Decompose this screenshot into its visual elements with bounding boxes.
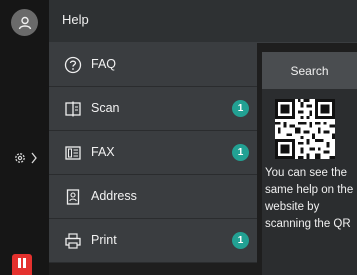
stop-icon bbox=[17, 256, 27, 274]
menu-item-scan[interactable]: Scan 1 bbox=[49, 87, 257, 131]
menu-item-label: FAQ bbox=[91, 57, 117, 71]
stop-button[interactable] bbox=[12, 254, 32, 275]
gear-icon bbox=[13, 151, 27, 170]
menu-item-print[interactable]: Print 1 bbox=[49, 219, 257, 263]
menu-item-faq[interactable]: FAQ bbox=[49, 43, 257, 87]
printer-icon bbox=[63, 231, 83, 251]
help-side-panel: Search You can see the same help on the … bbox=[262, 52, 357, 275]
page-title: Help bbox=[62, 12, 89, 27]
address-book-icon bbox=[63, 187, 83, 207]
chevron-right-icon bbox=[31, 151, 37, 169]
menu-item-address[interactable]: Address bbox=[49, 175, 257, 219]
qr-code-icon bbox=[275, 99, 335, 159]
settings-button[interactable] bbox=[6, 148, 44, 172]
notification-badge: 1 bbox=[232, 100, 249, 117]
menu-item-label: Address bbox=[91, 189, 137, 203]
menu-item-label: FAX bbox=[91, 145, 115, 159]
header-bar: Help bbox=[49, 0, 357, 43]
qr-help-text: You can see the same help on the website… bbox=[265, 167, 354, 230]
notification-badge: 1 bbox=[232, 232, 249, 249]
user-icon[interactable] bbox=[11, 9, 38, 36]
left-rail bbox=[0, 0, 49, 275]
scan-icon bbox=[63, 99, 83, 119]
menu-item-label: Print bbox=[91, 233, 117, 247]
fax-icon bbox=[63, 143, 83, 163]
help-screen: Help FAQ Scan 1 FAX 1 Address Print 1 Se… bbox=[0, 0, 357, 275]
search-button[interactable]: Search bbox=[262, 52, 357, 89]
menu-item-label: Scan bbox=[91, 101, 120, 115]
help-circle-icon bbox=[63, 55, 83, 75]
notification-badge: 1 bbox=[232, 144, 249, 161]
menu-item-fax[interactable]: FAX 1 bbox=[49, 131, 257, 175]
help-menu-list: FAQ Scan 1 FAX 1 Address Print 1 bbox=[49, 43, 257, 275]
